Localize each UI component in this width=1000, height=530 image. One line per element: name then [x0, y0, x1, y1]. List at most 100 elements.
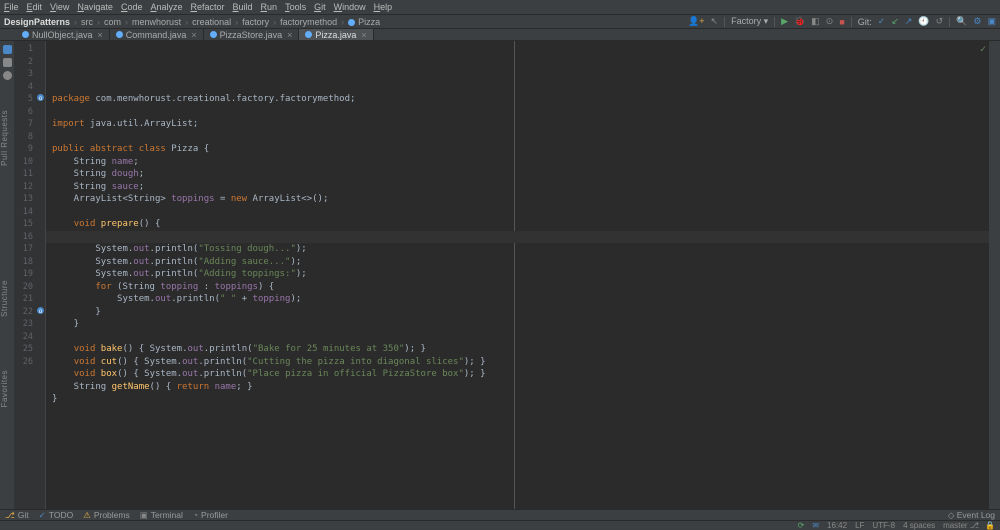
stop-icon[interactable]: ■: [839, 17, 844, 27]
right-margin-line: [514, 41, 515, 509]
help-icon[interactable]: ▣: [987, 16, 996, 27]
code-line[interactable]: [52, 131, 989, 144]
breadcrumb-factorymethod[interactable]: factorymethod: [280, 17, 337, 27]
breadcrumb-file[interactable]: Pizza: [348, 17, 380, 27]
line-ending[interactable]: LF: [855, 521, 864, 530]
menu-edit[interactable]: Edit: [27, 2, 43, 12]
editor-tab-nullobject-java[interactable]: NullObject.java×: [16, 29, 110, 40]
debug-icon[interactable]: 🐞: [794, 16, 805, 27]
code-line[interactable]: import java.util.ArrayList;: [52, 118, 989, 131]
menu-file[interactable]: File: [4, 2, 19, 12]
code-line[interactable]: }: [52, 318, 989, 331]
menu-run[interactable]: Run: [261, 2, 278, 12]
right-tool-strip: [989, 41, 1000, 509]
menu-navigate[interactable]: Navigate: [77, 2, 113, 12]
terminal-tool-window-button[interactable]: ▣Terminal: [140, 510, 183, 521]
todo-tool-window-button[interactable]: ✓TODO: [39, 510, 74, 521]
code-line[interactable]: void cut() { System.out.println("Cutting…: [52, 356, 989, 369]
code-line[interactable]: [52, 331, 989, 344]
github-tool-icon[interactable]: [3, 71, 12, 80]
line-number-gutter: 1234567891011121314151617181920212223242…: [14, 41, 36, 509]
project-tool-icon[interactable]: [3, 45, 12, 54]
close-tab-icon[interactable]: ×: [361, 30, 366, 40]
code-line[interactable]: System.out.println(" " + topping);: [52, 293, 989, 306]
left-tool-label-pull-requests[interactable]: Pull Requests: [0, 110, 9, 166]
cursor-position[interactable]: 16:42: [827, 521, 847, 530]
code-line[interactable]: void bake() { System.out.println("Bake f…: [52, 343, 989, 356]
settings-icon[interactable]: ⚙: [973, 16, 981, 27]
breadcrumb-factory[interactable]: factory: [242, 17, 269, 27]
back-icon[interactable]: ↖: [711, 16, 719, 27]
search-everywhere-icon[interactable]: 🔍: [956, 16, 967, 27]
code-line[interactable]: package com.menwhorust.creational.factor…: [52, 93, 989, 106]
git-commit-icon[interactable]: ↙: [891, 16, 899, 27]
code-line[interactable]: String dough;: [52, 168, 989, 181]
editor-tab-pizzastore-java[interactable]: PizzaStore.java×: [204, 29, 300, 40]
git-update-icon[interactable]: ✓: [878, 16, 886, 27]
menu-analyze[interactable]: Analyze: [150, 2, 182, 12]
code-line[interactable]: }: [52, 306, 989, 319]
git-tool-window-button[interactable]: ⎇Git: [5, 510, 29, 521]
editor-tab-command-java[interactable]: Command.java×: [110, 29, 204, 40]
problems-tool-window-button[interactable]: ⚠Problems: [83, 510, 130, 521]
git-rollback-icon[interactable]: ↺: [936, 16, 944, 27]
code-line[interactable]: void box() { System.out.println("Place p…: [52, 368, 989, 381]
run-icon[interactable]: ▶: [781, 16, 788, 27]
notification-icon[interactable]: ✉: [812, 521, 819, 530]
file-encoding[interactable]: UTF-8: [872, 521, 895, 530]
menu-git[interactable]: Git: [314, 2, 326, 12]
commit-tool-icon[interactable]: [3, 58, 12, 67]
git-label: Git:: [858, 17, 872, 27]
code-line[interactable]: [52, 406, 989, 419]
code-line[interactable]: [52, 106, 989, 119]
git-history-icon[interactable]: 🕘: [918, 16, 929, 27]
breadcrumb-com[interactable]: com: [104, 17, 121, 27]
run-configuration-dropdown[interactable]: Factory ▾: [731, 16, 768, 27]
breadcrumb-menwhorust[interactable]: menwhorust: [132, 17, 181, 27]
menu-view[interactable]: View: [50, 2, 69, 12]
profile-icon[interactable]: ⊙: [826, 16, 834, 27]
code-line[interactable]: String sauce;: [52, 181, 989, 194]
code-line[interactable]: System.out.println("Adding toppings:");: [52, 268, 989, 281]
close-tab-icon[interactable]: ×: [191, 30, 196, 40]
git-push-icon[interactable]: ↗: [905, 16, 913, 27]
menu-build[interactable]: Build: [233, 2, 253, 12]
breadcrumb-src[interactable]: src: [81, 17, 93, 27]
code-line[interactable]: ArrayList<String> toppings = new ArrayLi…: [52, 193, 989, 206]
profiler-tool-window-button[interactable]: ◔Profiler: [193, 510, 228, 520]
close-tab-icon[interactable]: ×: [98, 30, 103, 40]
override-gutter-icon[interactable]: o: [36, 93, 45, 102]
code-line[interactable]: public abstract class Pizza {: [52, 143, 989, 156]
editor-area: 1234567891011121314151617181920212223242…: [14, 41, 989, 509]
indent-setting[interactable]: 4 spaces: [903, 521, 935, 530]
breadcrumb-creational[interactable]: creational: [192, 17, 231, 27]
editor-tab-pizza-java[interactable]: Pizza.java×: [299, 29, 373, 40]
close-tab-icon[interactable]: ×: [287, 30, 292, 40]
code-line[interactable]: String getName() { return name; }: [52, 381, 989, 394]
code-line[interactable]: String name;: [52, 156, 989, 169]
code-line[interactable]: System.out.println("Adding sauce...");: [52, 256, 989, 269]
event-log-button[interactable]: ◇ Event Log: [948, 510, 995, 521]
menu-refactor[interactable]: Refactor: [191, 2, 225, 12]
code-line[interactable]: void prepare() {: [52, 218, 989, 231]
lock-icon[interactable]: 🔒: [985, 521, 995, 530]
left-tool-label-structure[interactable]: Structure: [0, 280, 9, 317]
git-branch[interactable]: master ⎇: [943, 521, 979, 530]
menu-tools[interactable]: Tools: [285, 2, 306, 12]
sync-icon[interactable]: ⟳: [798, 521, 805, 530]
left-tool-label-favorites[interactable]: Favorites: [0, 370, 9, 407]
add-user-icon[interactable]: 👤+: [688, 16, 704, 27]
coverage-icon[interactable]: ◧: [811, 16, 820, 27]
code-line[interactable]: for (String topping : toppings) {: [52, 281, 989, 294]
menu-help[interactable]: Help: [374, 2, 393, 12]
project-name[interactable]: DesignPatterns: [4, 17, 70, 27]
menu-code[interactable]: Code: [121, 2, 143, 12]
menu-window[interactable]: Window: [334, 2, 366, 12]
override-gutter-icon[interactable]: o: [36, 306, 45, 315]
bottom-tool-bar: ⎇Git ✓TODO ⚠Problems ▣Terminal ◔Profiler…: [0, 509, 1000, 520]
code-editor[interactable]: ✓ package com.menwhorust.creational.fact…: [46, 41, 989, 509]
code-line[interactable]: [52, 206, 989, 219]
inspection-ok-icon[interactable]: ✓: [980, 44, 986, 57]
code-line[interactable]: System.out.println("Tossing dough...");: [52, 243, 989, 256]
code-line[interactable]: }: [52, 393, 989, 406]
